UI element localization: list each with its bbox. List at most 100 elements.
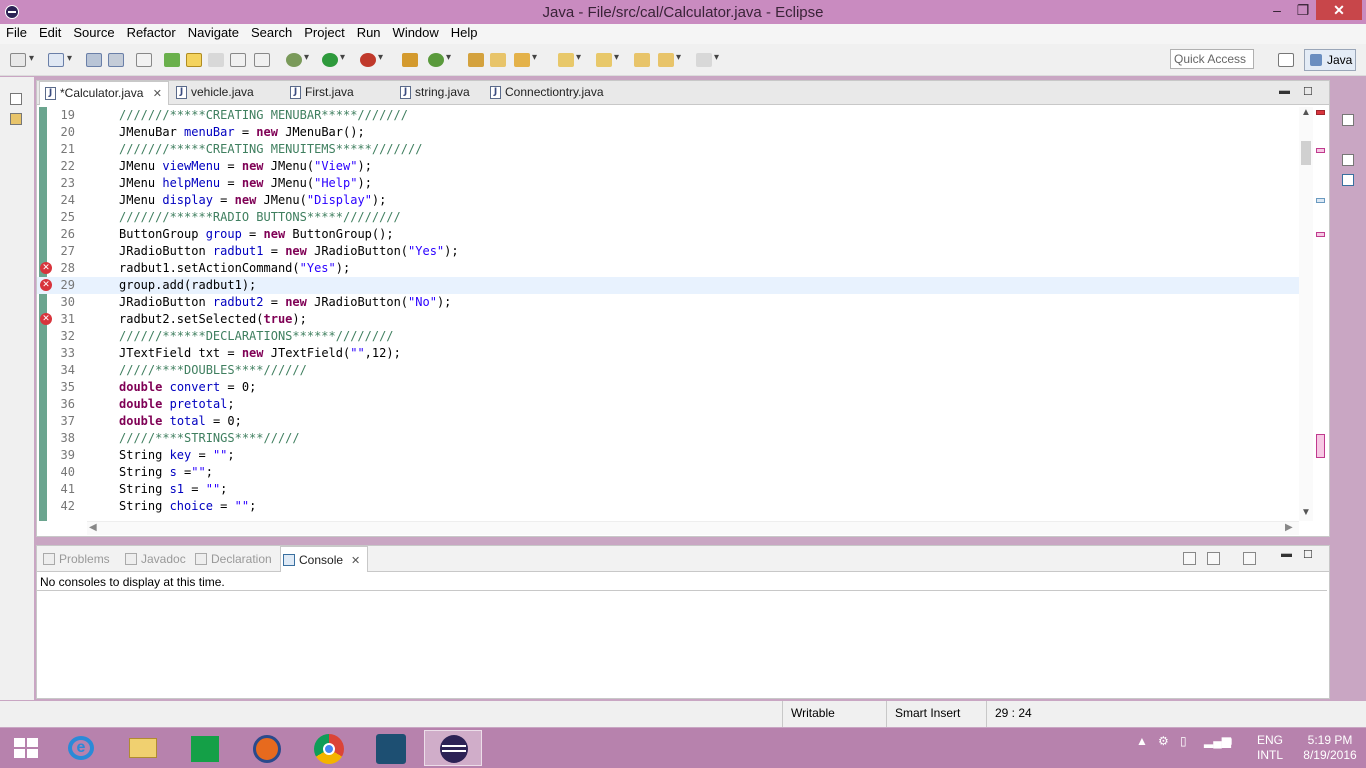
package-explorer-icon[interactable] [10,113,22,125]
search-icon[interactable] [164,53,180,67]
new-class-icon[interactable] [428,52,451,67]
menu-project[interactable]: Project [298,24,350,44]
last-edit-icon[interactable] [634,53,650,67]
code-line[interactable]: 27 JRadioButton radbut1 = new JRadioButto… [37,243,1299,260]
horizontal-scrollbar[interactable]: ◀ ▶ [87,521,1299,535]
code-line[interactable]: 22 JMenu viewMenu = new JMenu("View"); [37,158,1299,175]
eclipse-taskbar-icon[interactable] [424,730,482,766]
open-console-icon[interactable] [1243,552,1256,565]
code-line[interactable]: 40 String s =""; [37,464,1299,481]
internet-explorer-icon[interactable]: e [52,730,110,766]
maximize-icon[interactable]: ☐ [1303,548,1313,561]
outline-icon[interactable] [1342,114,1354,126]
code-line[interactable]: 26 ButtonGroup group = new ButtonGroup(); [37,226,1299,243]
vertical-scrollbar[interactable]: ▲ ▼ [1299,107,1313,521]
code-line[interactable]: 30 JRadioButton radbut2 = new JRadioButto… [37,294,1299,311]
start-button[interactable] [14,738,38,758]
open-task-icon[interactable] [514,52,537,67]
mysql-workbench-icon[interactable] [362,730,420,766]
annotation-marker[interactable] [1316,434,1325,458]
code-line[interactable]: 23 JMenu helpMenu = new JMenu("Help"); [37,175,1299,192]
new-package-icon[interactable] [48,53,72,67]
tab-console[interactable]: Console ✕ [280,546,368,572]
external-tools-icon[interactable] [360,52,383,67]
block-selection-icon[interactable] [230,53,246,67]
java-perspective-button[interactable]: Java [1304,49,1356,71]
menu-refactor[interactable]: Refactor [121,24,182,44]
code-line[interactable]: 19 ///////*****CREATING MENUBAR*****/////… [37,107,1299,124]
display-console-icon[interactable] [1207,552,1220,565]
menu-search[interactable]: Search [245,24,298,44]
scroll-down-icon[interactable]: ▼ [1301,507,1311,518]
new-java-project-icon[interactable] [402,53,418,67]
code-area[interactable]: 19 ///////*****CREATING MENUBAR*****/////… [37,107,1299,521]
close-button[interactable]: ✕ [1316,0,1362,20]
code-line[interactable]: 37 double total = 0; [37,413,1299,430]
menu-source[interactable]: Source [67,24,120,44]
code-line[interactable]: 32 //////******DECLARATIONS******//////// [37,328,1299,345]
network-icon[interactable]: ▂▄▆ [1204,734,1231,748]
forward-icon[interactable] [696,52,719,67]
back-icon[interactable] [658,52,681,67]
code-line[interactable]: ✕ 31 radbut2.setSelected(true); [37,311,1299,328]
close-icon[interactable]: ✕ [153,88,162,100]
clock[interactable]: 5:19 PM 8/19/2016 [1296,733,1364,763]
pin-console-icon[interactable] [1183,552,1196,565]
menu-navigate[interactable]: Navigate [182,24,245,44]
save-all-icon[interactable] [108,53,124,67]
code-line[interactable]: 33 JTextField txt = new JTextField("",12)… [37,345,1299,362]
code-line[interactable]: 35 double convert = 0; [37,379,1299,396]
tab-calculator[interactable]: J *Calculator.java ✕ [39,81,169,105]
code-line[interactable]: 39 String key = ""; [37,447,1299,464]
firefox-icon[interactable] [238,730,296,766]
previous-annotation-icon[interactable] [596,52,619,67]
next-annotation-icon[interactable] [558,52,581,67]
tab-first[interactable]: J First.java [285,81,385,105]
volume-icon[interactable]: 🔈︎ [1228,734,1235,749]
code-line[interactable]: 42 String choice = ""; [37,498,1299,515]
minimize-button[interactable]: ‒ [1264,0,1290,20]
show-whitespace-icon[interactable] [254,53,270,67]
code-line[interactable]: 21 ///////*****CREATING MENUITEMS*****///… [37,141,1299,158]
scroll-up-icon[interactable]: ▲ [1301,107,1311,118]
toggle-mark-icon[interactable] [208,53,224,67]
scroll-left-icon[interactable]: ◀ [89,522,97,533]
debug-icon[interactable] [286,52,309,67]
new-icon[interactable] [10,53,34,67]
language-indicator[interactable]: ENG INTL [1254,733,1286,763]
minimize-icon[interactable]: ▬ [1279,85,1290,97]
code-line[interactable]: 34 /////****DOUBLES****////// [37,362,1299,379]
show-hidden-icons-icon[interactable]: ▲ [1136,734,1148,748]
code-line[interactable]: 20 JMenuBar menuBar = new JMenuBar(); [37,124,1299,141]
close-icon[interactable]: ✕ [351,555,360,567]
tab-declaration[interactable]: Declaration [193,546,272,572]
menu-file[interactable]: File [0,24,33,44]
open-type-icon[interactable] [468,53,484,67]
tab-javadoc[interactable]: Javadoc [123,546,186,572]
menu-edit[interactable]: Edit [33,24,67,44]
annotation-marker[interactable] [1316,198,1325,203]
annotation-marker[interactable] [1316,148,1325,153]
maximize-icon[interactable]: ☐ [1303,85,1313,98]
open-folder-icon[interactable] [490,53,506,67]
restore-icon[interactable] [10,93,22,105]
highlight-icon[interactable] [186,53,202,67]
code-line[interactable]: ✕ 28 radbut1.setActionCommand("Yes"); [37,260,1299,277]
code-line[interactable]: 41 String s1 = ""; [37,481,1299,498]
battery-icon[interactable]: ▯ [1180,734,1187,748]
save-icon[interactable] [86,53,102,67]
minimize-icon[interactable]: ▬ [1281,548,1292,560]
overview-ruler[interactable] [1312,104,1328,524]
scroll-thumb[interactable] [1301,141,1311,165]
code-line[interactable]: 24 JMenu display = new JMenu("Display"); [37,192,1299,209]
maximize-button[interactable]: ❐ [1290,0,1316,20]
code-line[interactable]: 36 double pretotal; [37,396,1299,413]
code-line[interactable]: 38 /////****STRINGS****///// [37,430,1299,447]
error-marker[interactable] [1316,110,1325,115]
task-list-icon[interactable] [1342,174,1354,186]
open-perspective-icon[interactable] [1278,53,1294,67]
store-icon[interactable] [176,730,234,766]
action-center-icon[interactable]: ⚙ [1158,734,1169,748]
skip-breakpoints-icon[interactable] [136,53,152,67]
file-explorer-icon[interactable] [114,730,172,766]
